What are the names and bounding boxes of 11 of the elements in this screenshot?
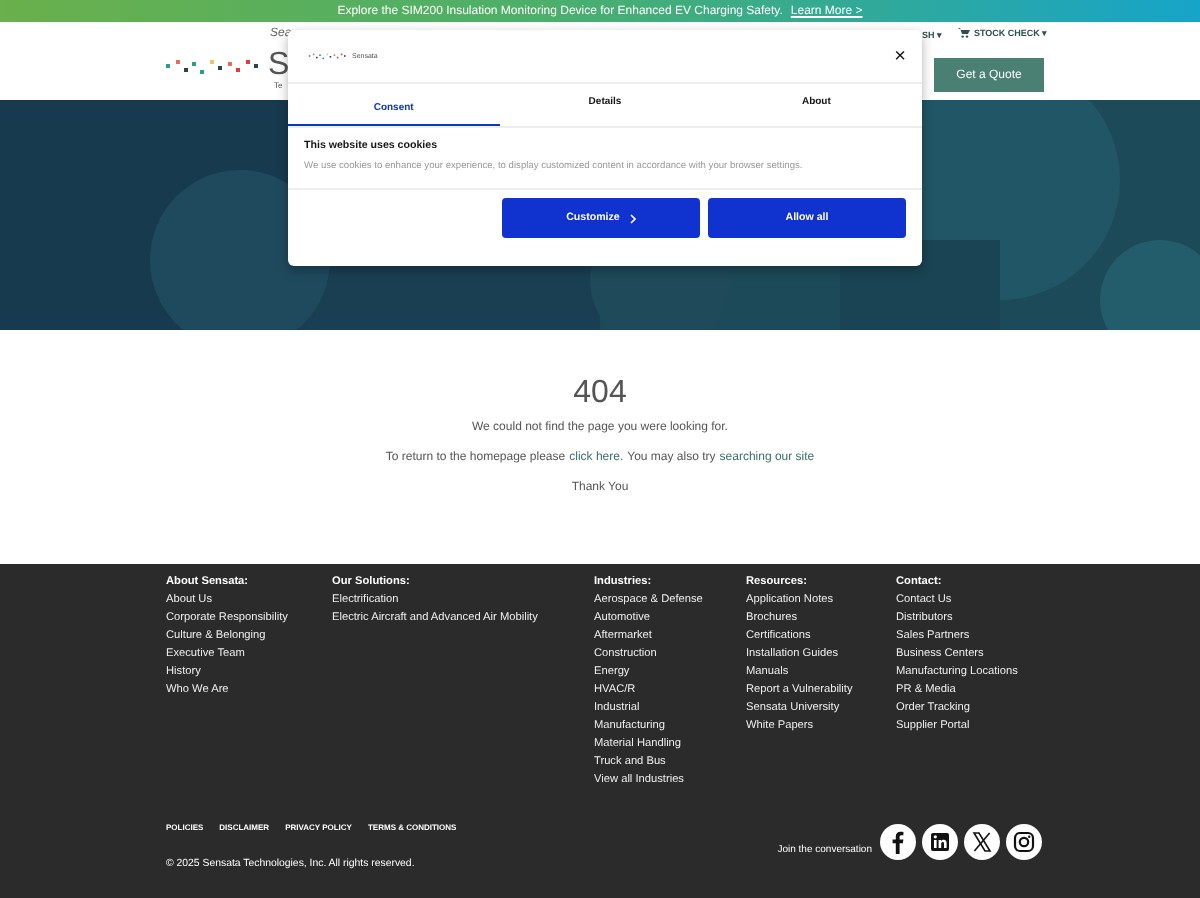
facebook-icon[interactable] (880, 824, 916, 860)
close-button[interactable]: × (894, 45, 906, 67)
logo-text: S (268, 50, 290, 82)
cart-icon (958, 28, 970, 38)
chevron-icon (629, 213, 636, 223)
logo-icon (308, 52, 348, 60)
error-code: 404 (573, 376, 627, 412)
x-icon[interactable] (964, 824, 1000, 860)
logo-icon (166, 56, 262, 76)
instagram-icon[interactable] (1006, 824, 1042, 860)
linkedin-icon[interactable] (922, 824, 958, 860)
